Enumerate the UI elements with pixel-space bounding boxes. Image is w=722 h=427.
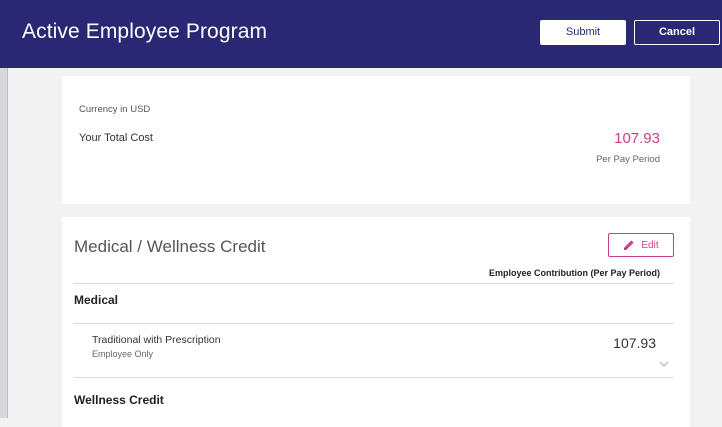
app-header: Active Employee Program Submit Cancel (0, 0, 722, 68)
group-heading-medical: Medical (74, 293, 119, 307)
left-panel-edge (0, 68, 8, 418)
pencil-icon (624, 240, 634, 250)
pay-period-label: Per Pay Period (596, 154, 660, 165)
divider (74, 377, 674, 378)
medical-wellness-card: Medical / Wellness Credit Edit Employee … (62, 217, 690, 427)
edit-button[interactable]: Edit (608, 233, 674, 257)
plan-cost: 107.93 (613, 335, 656, 351)
plan-coverage-tier: Employee Only (92, 349, 154, 359)
page-title: Active Employee Program (22, 20, 268, 43)
plan-name: Traditional with Prescription (92, 334, 221, 346)
submit-button[interactable]: Submit (540, 20, 626, 45)
total-cost-card: Currency in USD Your Total Cost 107.93 P… (62, 76, 690, 204)
total-cost-label: Your Total Cost (79, 132, 153, 144)
total-cost-value: 107.93 (614, 130, 660, 147)
contribution-column-header: Employee Contribution (Per Pay Period) (488, 268, 660, 278)
divider (74, 283, 674, 284)
edit-button-label: Edit (641, 239, 659, 251)
chevron-down-icon[interactable] (658, 359, 670, 369)
currency-note: Currency in USD (79, 104, 151, 115)
cancel-button[interactable]: Cancel (634, 20, 720, 45)
group-heading-wellness-credit: Wellness Credit (74, 393, 164, 407)
section-title: Medical / Wellness Credit (74, 237, 266, 256)
divider (74, 323, 674, 324)
